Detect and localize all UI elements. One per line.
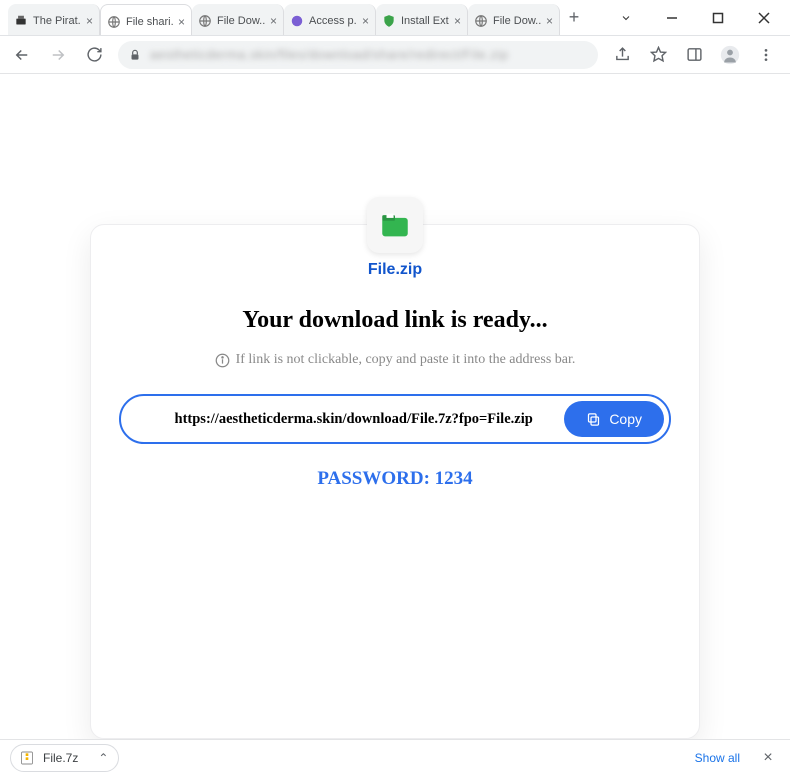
window-controls (604, 0, 790, 35)
tab-label: File shari... (126, 16, 173, 28)
archive-icon (19, 750, 35, 766)
toolbar: aestheticderma.skin/files/download/share… (0, 36, 790, 74)
download-url[interactable]: https://aestheticderma.skin/download/Fil… (143, 411, 564, 428)
minimize-button[interactable] (650, 3, 694, 33)
close-downloads-icon[interactable]: × (756, 749, 780, 767)
info-icon (215, 353, 230, 368)
titlebar: The Pirat... × File shari... × File Dow.… (0, 0, 790, 36)
download-item[interactable]: File.7z ⌃ (10, 744, 119, 772)
tab-label: File Dow... (493, 15, 541, 27)
copy-icon (586, 412, 601, 427)
tab-access[interactable]: Access p... × (284, 4, 376, 35)
download-bar: File.7z ⌃ Show all × (0, 739, 790, 775)
menu-button[interactable] (750, 41, 782, 69)
new-tab-button[interactable]: + (560, 0, 588, 35)
tab-label: Access p... (309, 15, 357, 27)
hint-text: If link is not clickable, copy and paste… (119, 352, 671, 368)
page-content: File.zip Your download link is ready... … (0, 74, 790, 739)
globe-icon (107, 15, 121, 29)
sidepanel-button[interactable] (678, 41, 710, 69)
file-icon (367, 197, 423, 253)
tab-label: File Dow... (217, 15, 265, 27)
shield-icon (382, 14, 396, 28)
chevron-down-icon[interactable] (604, 3, 648, 33)
password-text: PASSWORD: 1234 (119, 468, 671, 490)
link-bar: https://aestheticderma.skin/download/Fil… (119, 394, 671, 444)
address-bar[interactable]: aestheticderma.skin/files/download/share… (118, 41, 598, 69)
tab-file-sharing[interactable]: File shari... × (100, 4, 192, 35)
printer-icon (14, 14, 28, 28)
hint-label: If link is not clickable, copy and paste… (236, 352, 576, 368)
forward-button[interactable] (42, 41, 74, 69)
chevron-up-icon[interactable]: ⌃ (98, 751, 108, 765)
copy-button[interactable]: Copy (564, 401, 664, 437)
share-button[interactable] (606, 41, 638, 69)
url-text: aestheticderma.skin/files/download/share… (150, 47, 588, 62)
globe-icon (474, 14, 488, 28)
tab-file-download-1[interactable]: File Dow... × (192, 4, 284, 35)
download-ready-heading: Your download link is ready... (119, 307, 671, 334)
close-icon[interactable]: × (178, 15, 185, 29)
bookmark-button[interactable] (642, 41, 674, 69)
reload-button[interactable] (78, 41, 110, 69)
close-icon[interactable]: × (546, 14, 553, 28)
tab-install-ext[interactable]: Install Ext... × (376, 4, 468, 35)
globe-icon (198, 14, 212, 28)
lock-icon (128, 48, 142, 62)
tab-strip: The Pirat... × File shari... × File Dow.… (0, 0, 604, 35)
profile-button[interactable] (714, 41, 746, 69)
tab-file-download-2[interactable]: File Dow... × (468, 4, 560, 35)
close-icon[interactable]: × (454, 14, 461, 28)
copy-label: Copy (609, 411, 642, 427)
tab-label: The Pirat... (33, 15, 81, 27)
download-card: File.zip Your download link is ready... … (90, 224, 700, 739)
tab-label: Install Ext... (401, 15, 449, 27)
maximize-button[interactable] (696, 3, 740, 33)
file-name: File.zip (119, 261, 671, 279)
close-icon[interactable]: × (362, 14, 369, 28)
download-filename: File.7z (43, 751, 78, 765)
circle-icon (290, 14, 304, 28)
back-button[interactable] (6, 41, 38, 69)
close-icon[interactable]: × (86, 14, 93, 28)
tab-pirate[interactable]: The Pirat... × (8, 4, 100, 35)
close-icon[interactable]: × (270, 14, 277, 28)
close-window-button[interactable] (742, 3, 786, 33)
show-all-button[interactable]: Show all (685, 745, 750, 771)
